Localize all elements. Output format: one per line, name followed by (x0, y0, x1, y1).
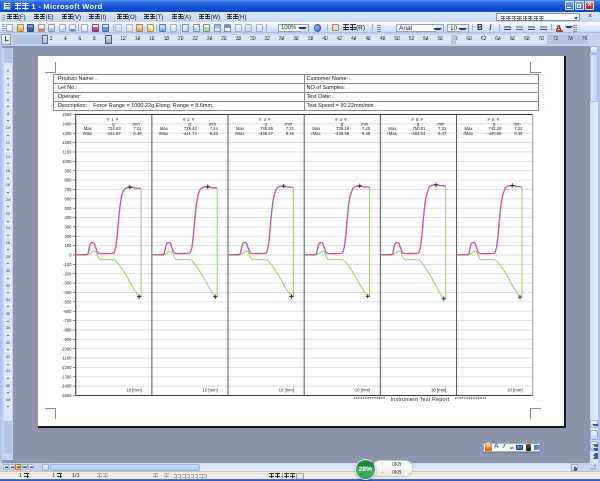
svg-text:-700: -700 (63, 318, 72, 323)
svg-text:-900: -900 (63, 336, 72, 341)
svg-text:-1100: -1100 (61, 355, 72, 360)
svg-text:500: 500 (65, 205, 73, 210)
svg-text:1500: 1500 (62, 112, 72, 117)
svg-text:1100: 1100 (62, 149, 72, 154)
svg-text:-464.04: -464.04 (411, 131, 426, 136)
svg-text:10 [mm]: 10 [mm] (279, 387, 294, 392)
svg-text:-1200: -1200 (61, 365, 72, 370)
svg-text:1000: 1000 (62, 158, 72, 163)
svg-text:-100: -100 (63, 261, 72, 266)
svg-text:10 [mm]: 10 [mm] (203, 387, 218, 392)
svg-text:-800: -800 (63, 327, 72, 332)
svg-text:rMax: rMax (311, 131, 321, 136)
svg-text:600: 600 (65, 196, 73, 201)
svg-text:10 [mm]: 10 [mm] (431, 387, 446, 392)
svg-text:rMax: rMax (235, 131, 245, 136)
svg-text:rMax: rMax (159, 131, 169, 136)
svg-text:400: 400 (65, 215, 73, 220)
svg-text:-500: -500 (63, 299, 72, 304)
svg-text:200: 200 (65, 233, 73, 238)
svg-text:8.48: 8.48 (133, 131, 142, 136)
svg-text:-1400: -1400 (61, 383, 72, 388)
svg-text:-438.47: -438.47 (259, 131, 274, 136)
svg-text:800: 800 (65, 177, 73, 182)
svg-text:rMax: rMax (464, 131, 474, 136)
svg-text:1300: 1300 (62, 130, 72, 135)
svg-text:8.48: 8.48 (210, 131, 219, 136)
svg-text:1400: 1400 (62, 121, 72, 126)
svg-text:-445.99: -445.99 (487, 131, 502, 136)
svg-text:8.48: 8.48 (514, 131, 523, 136)
svg-text:10 [mm]: 10 [mm] (507, 387, 522, 392)
svg-text:-400: -400 (63, 290, 72, 295)
svg-text:-1500: -1500 (61, 393, 72, 398)
svg-text:8.48: 8.48 (362, 131, 371, 136)
svg-text:-300: -300 (63, 280, 72, 285)
svg-text:700: 700 (65, 187, 73, 192)
svg-text:8.47: 8.47 (438, 131, 447, 136)
svg-text:10 [mm]: 10 [mm] (126, 387, 141, 392)
svg-text:100: 100 (65, 243, 73, 248)
svg-text:-1000: -1000 (61, 346, 72, 351)
svg-text:-200: -200 (63, 271, 72, 276)
svg-text:-1300: -1300 (61, 374, 72, 379)
svg-text:0: 0 (69, 252, 72, 257)
svg-text:rMax: rMax (83, 131, 93, 136)
svg-text:-600: -600 (63, 308, 72, 313)
svg-text:-441.74: -441.74 (182, 131, 197, 136)
svg-text:300: 300 (65, 224, 73, 229)
svg-text:rMax: rMax (387, 131, 397, 136)
svg-text:10 [mm]: 10 [mm] (355, 387, 370, 392)
svg-text:8.48: 8.48 (286, 131, 295, 136)
svg-text:1200: 1200 (62, 140, 72, 145)
svg-text:-436.96: -436.96 (335, 131, 350, 136)
svg-text:-441.87: -441.87 (106, 131, 121, 136)
svg-text:900: 900 (65, 168, 73, 173)
